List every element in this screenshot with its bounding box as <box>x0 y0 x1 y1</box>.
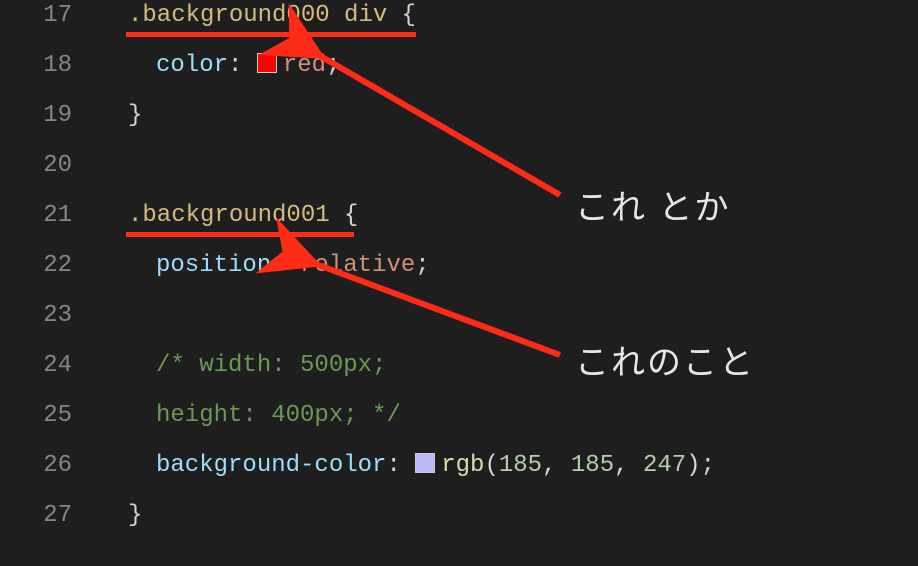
code-content[interactable]: .background001 { <box>100 202 358 229</box>
colon: : <box>228 52 257 79</box>
brace-open: { <box>387 2 416 29</box>
paren-close: ) <box>686 452 700 479</box>
paren-open: ( <box>484 452 498 479</box>
code-content[interactable]: } <box>100 502 142 529</box>
css-number: 185 <box>499 452 542 479</box>
line-number: 22 <box>0 252 100 279</box>
css-value: relative <box>300 252 415 279</box>
code-content[interactable]: } <box>100 102 142 129</box>
line-number: 26 <box>0 452 100 479</box>
semicolon: ; <box>326 52 340 79</box>
css-function: rgb <box>441 452 484 479</box>
line-number: 27 <box>0 502 100 529</box>
line-number: 21 <box>0 202 100 229</box>
color-swatch-red[interactable] <box>257 53 277 73</box>
brace-close: } <box>128 502 142 529</box>
colon: : <box>386 452 415 479</box>
brace-close: } <box>128 102 142 129</box>
annotation-text: これ とか <box>575 180 730 229</box>
comma: , <box>542 452 571 479</box>
code-content[interactable]: /* width: 500px; <box>100 352 386 379</box>
line-number: 18 <box>0 52 100 79</box>
css-comment: /* width: 500px; <box>156 352 386 379</box>
css-value: red <box>283 52 326 79</box>
color-swatch-lavender[interactable] <box>415 453 435 473</box>
line-number: 17 <box>0 2 100 29</box>
css-selector: .background001 <box>128 202 330 229</box>
code-content[interactable]: position: relative; <box>100 252 430 279</box>
annotation-underline <box>126 32 416 37</box>
annotation-underline <box>126 232 354 237</box>
css-number: 247 <box>643 452 686 479</box>
code-content[interactable]: background-color: rgb(185, 185, 247); <box>100 452 715 479</box>
css-comment: height: 400px; */ <box>156 402 401 429</box>
comma: , <box>614 452 643 479</box>
code-editor[interactable]: 16 17 .background000 div { 18 color: red… <box>0 0 918 536</box>
line-number: 25 <box>0 402 100 429</box>
css-selector: .background000 div <box>128 2 387 29</box>
code-content[interactable]: color: red; <box>100 52 340 79</box>
brace-open: { <box>330 202 359 229</box>
line-number: 24 <box>0 352 100 379</box>
semicolon: ; <box>415 252 429 279</box>
code-content[interactable]: height: 400px; */ <box>100 402 401 429</box>
line-number: 19 <box>0 102 100 129</box>
css-number: 185 <box>571 452 614 479</box>
semicolon: ; <box>701 452 715 479</box>
code-content[interactable]: .background000 div { <box>100 2 416 29</box>
css-property: background-color <box>156 452 386 479</box>
line-number: 20 <box>0 152 100 179</box>
line-number: 23 <box>0 302 100 329</box>
annotation-text: これのこと <box>575 335 755 384</box>
colon: : <box>271 252 300 279</box>
css-property: position <box>156 252 271 279</box>
css-property: color <box>156 52 228 79</box>
